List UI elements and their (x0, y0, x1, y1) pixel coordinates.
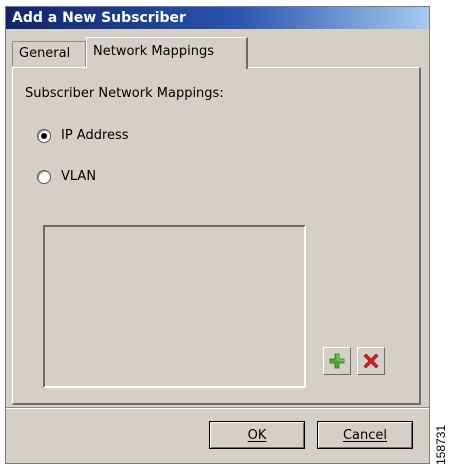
cancel-button[interactable]: Cancel (317, 421, 413, 449)
delete-x-icon (363, 353, 379, 369)
ok-button-label: OK (247, 427, 267, 443)
dialog-title: Add a New Subscriber (6, 7, 429, 29)
plus-icon (329, 353, 345, 369)
button-separator (6, 407, 429, 409)
ip-address-radio[interactable] (37, 128, 51, 143)
vlan-radio[interactable] (37, 169, 51, 184)
vlan-label: VLAN (61, 169, 97, 184)
vlan-option[interactable]: VLAN (37, 169, 96, 184)
add-mapping-button[interactable] (323, 347, 351, 375)
ip-address-label: IP Address (61, 128, 129, 143)
tab-network-mappings[interactable]: Network Mappings (86, 37, 248, 69)
tab-general[interactable]: General (12, 41, 86, 66)
add-subscriber-dialog: Add a New Subscriber General Network Map… (5, 6, 430, 464)
network-mappings-panel: Subscriber Network Mappings: IP Address … (12, 67, 421, 405)
figure-id: 158731 (434, 424, 448, 465)
mappings-list[interactable] (43, 225, 306, 388)
subscriber-network-mappings-label: Subscriber Network Mappings: (25, 86, 224, 101)
ok-button[interactable]: OK (209, 421, 305, 449)
remove-mapping-button[interactable] (357, 347, 385, 375)
cancel-button-label: Cancel (342, 427, 388, 443)
ip-address-option[interactable]: IP Address (37, 128, 129, 143)
